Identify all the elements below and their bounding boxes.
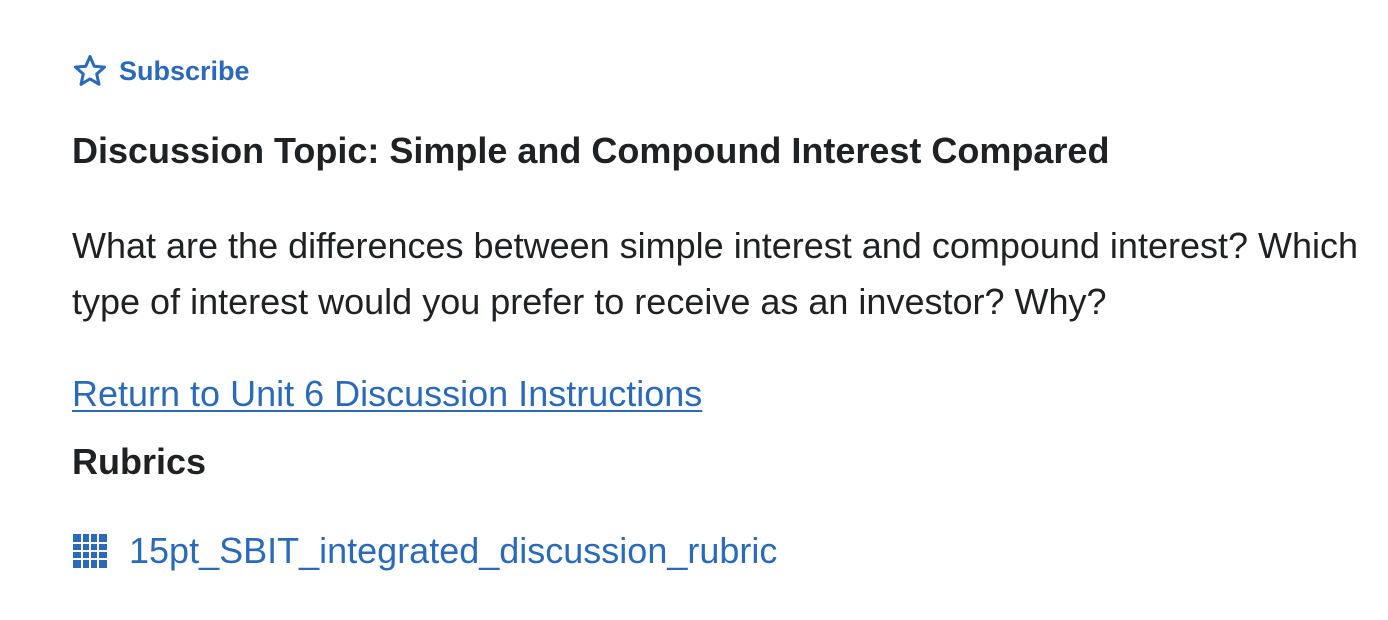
- rubric-label: 15pt_SBIT_integrated_discussion_rubric: [129, 530, 778, 571]
- subscribe-label: Subscribe: [119, 56, 250, 86]
- return-to-instructions-link[interactable]: Return to Unit 6 Discussion Instructions: [72, 370, 702, 418]
- discussion-topic-body: What are the differences between simple …: [72, 225, 1359, 322]
- rubric-link[interactable]: 15pt_SBIT_integrated_discussion_rubric: [72, 527, 777, 575]
- discussion-topic-title: Discussion Topic: Simple and Compound In…: [72, 130, 1110, 171]
- grid-table-icon: [72, 533, 108, 569]
- subscribe-button[interactable]: Subscribe: [72, 53, 250, 89]
- star-icon: [72, 53, 108, 89]
- rubrics-heading: Rubrics: [72, 441, 207, 482]
